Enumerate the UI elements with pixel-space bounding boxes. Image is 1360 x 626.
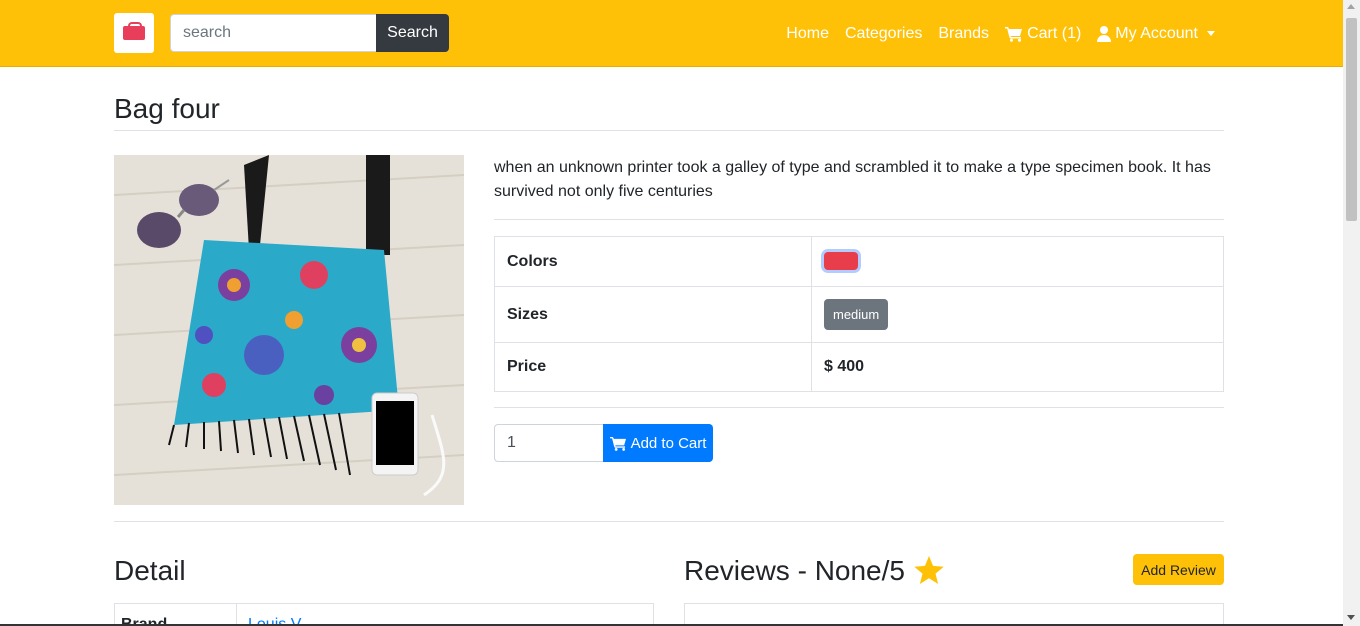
nav-account-label: My Account xyxy=(1115,24,1198,42)
nav-brands-label: Brands xyxy=(938,24,990,42)
scroll-down-arrow-icon[interactable] xyxy=(1347,615,1355,620)
spec-label-colors: Colors xyxy=(494,236,812,287)
search-input[interactable] xyxy=(170,14,376,52)
nav-categories-label: Categories xyxy=(844,24,923,42)
title-divider xyxy=(114,130,1224,131)
nav-brands[interactable]: Brands xyxy=(938,25,989,43)
spec-value-colors xyxy=(811,236,1224,287)
detail-heading-text: Detail xyxy=(114,555,186,586)
detail-heading: Detail xyxy=(114,555,186,587)
star-icon xyxy=(914,556,944,585)
spec-row-colors: Colors xyxy=(494,236,1224,287)
bag-logo-icon xyxy=(123,22,145,40)
reviews-panel xyxy=(684,603,1224,626)
product-spec-table: Colors Sizes medium Price $ 400 xyxy=(494,236,1224,392)
spec-value-sizes: medium xyxy=(811,286,1224,343)
spec-label-price: Price xyxy=(494,342,812,392)
shopping-cart-icon xyxy=(609,436,626,451)
reviews-heading: Reviews - None/5 xyxy=(684,555,945,587)
add-to-cart-label: Add to Cart xyxy=(630,434,707,452)
nav-cart[interactable]: Cart (1) xyxy=(1005,25,1081,43)
product-description: when an unknown printer took a galley of… xyxy=(494,159,1211,200)
detail-column-divider xyxy=(236,604,237,626)
logo[interactable] xyxy=(114,13,154,53)
nav-home-label: Home xyxy=(786,24,829,42)
nav-categories[interactable]: Categories xyxy=(845,25,922,43)
nav-cart-label: Cart (1) xyxy=(1027,24,1082,42)
size-badge[interactable]: medium xyxy=(824,299,889,330)
vertical-scrollbar[interactable] xyxy=(1343,0,1360,626)
shopping-cart-icon xyxy=(1005,26,1023,42)
bag-photo xyxy=(114,155,464,505)
reviews-heading-text: Reviews - None/5 xyxy=(684,555,905,586)
caret-down-icon xyxy=(1207,31,1215,36)
nav-account-dropdown[interactable]: My Account xyxy=(1097,25,1215,43)
spec-value-price: $ 400 xyxy=(811,342,1224,392)
add-to-cart-button[interactable]: Add to Cart xyxy=(603,424,713,462)
product-image xyxy=(114,155,464,505)
user-icon xyxy=(1097,25,1112,42)
search-form: Search xyxy=(170,14,449,52)
detail-table xyxy=(114,603,654,626)
smartphone xyxy=(371,392,419,476)
product-title: Bag four xyxy=(114,93,220,124)
spec-label-sizes: Sizes xyxy=(494,286,812,343)
scrollbar-thumb[interactable] xyxy=(1346,18,1357,221)
spec-row-sizes: Sizes medium xyxy=(494,286,1224,343)
add-to-cart-form: Add to Cart xyxy=(494,424,713,462)
search-button[interactable]: Search xyxy=(376,14,449,52)
color-swatch[interactable] xyxy=(824,252,858,271)
quantity-input[interactable] xyxy=(494,424,603,462)
nav-home[interactable]: Home xyxy=(786,25,829,43)
nav-links: Home Categories Brands Cart (1) My Accou… xyxy=(770,0,1215,67)
section-divider xyxy=(114,521,1224,522)
scroll-up-arrow-icon[interactable] xyxy=(1347,4,1355,9)
description-divider xyxy=(494,219,1224,220)
spec-divider xyxy=(494,407,1224,408)
spec-row-price: Price $ 400 xyxy=(494,342,1224,392)
navbar: Search Home Categories Brands Cart (1) M… xyxy=(0,0,1343,67)
add-review-button[interactable]: Add Review xyxy=(1133,554,1224,585)
